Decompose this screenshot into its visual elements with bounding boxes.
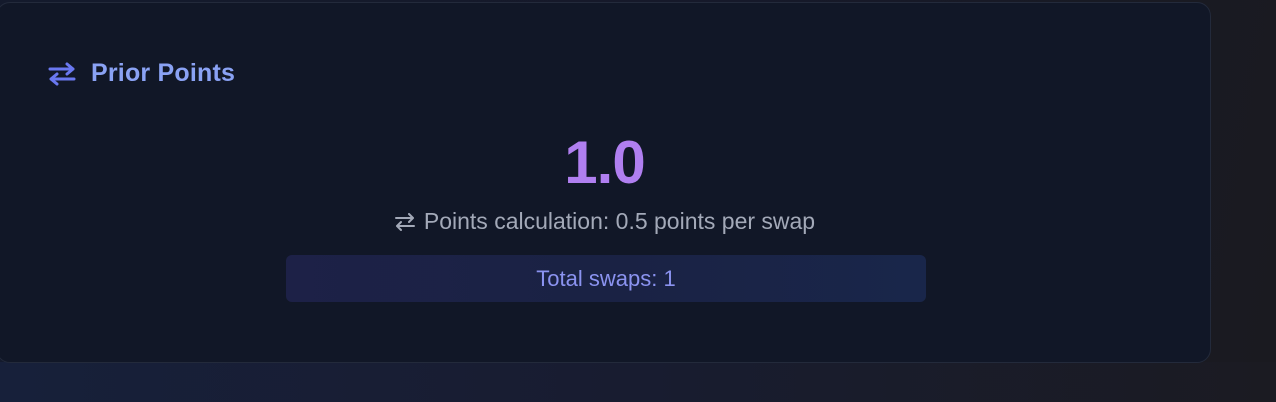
card-header: Prior Points	[47, 59, 235, 88]
swap-arrows-icon	[47, 62, 77, 86]
total-swaps-text: Total swaps: 1	[536, 265, 676, 291]
points-calculation: Points calculation: 0.5 points per swap	[0, 208, 1212, 235]
points-calculation-text: Points calculation: 0.5 points per swap	[423, 208, 816, 234]
points-value: 1.0	[564, 129, 645, 196]
swap-arrows-icon	[394, 212, 416, 231]
total-swaps-badge: Total swaps: 1	[286, 255, 926, 302]
card-title: Prior Points	[91, 59, 236, 87]
page-background-strip	[0, 362, 1276, 402]
prior-points-card: Prior Points 1.0 Points calculation: 0.5…	[0, 2, 1211, 363]
